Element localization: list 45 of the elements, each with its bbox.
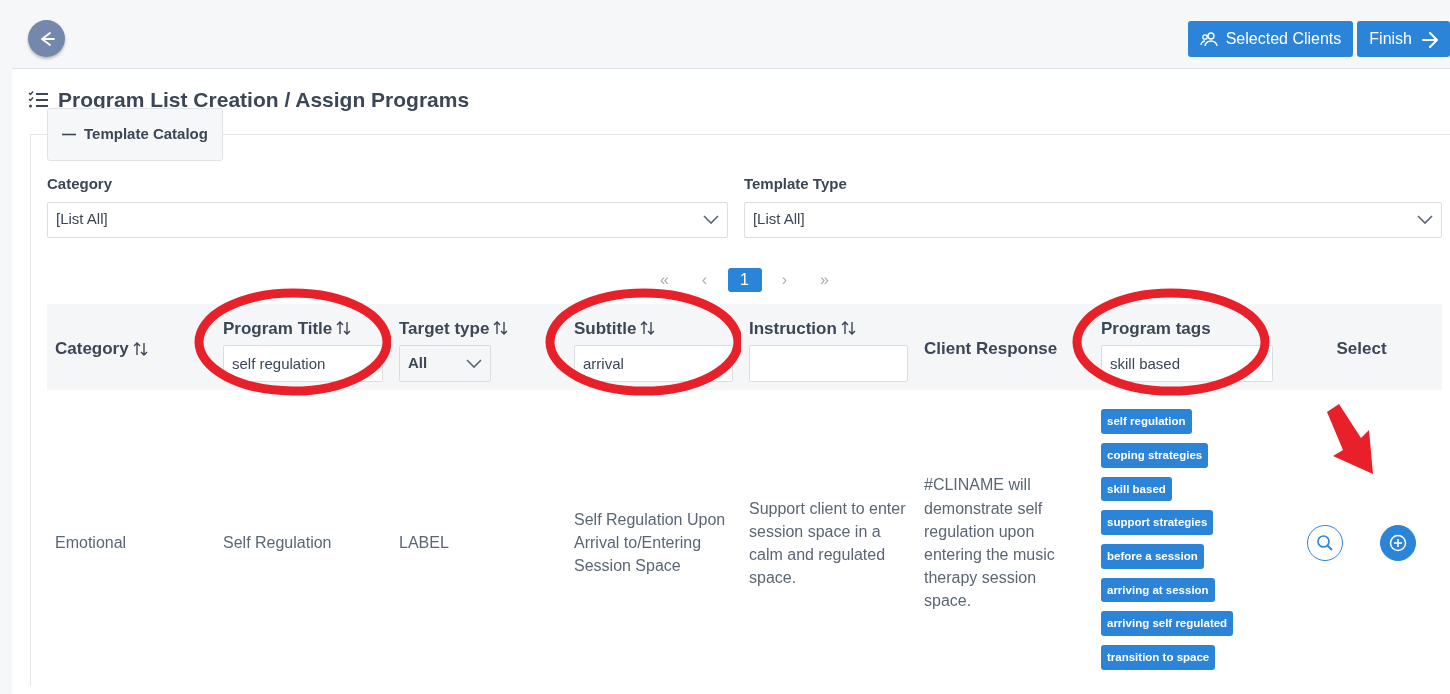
tag: self regulation	[1101, 409, 1192, 434]
tag: support strategies	[1101, 510, 1214, 535]
tag: coping strategies	[1101, 442, 1209, 468]
tag: arriving self regulated	[1101, 611, 1234, 636]
column-header[interactable]: Instruction	[749, 315, 837, 342]
table-cell: Support client to enter session space in a calm and regulated space.	[741, 390, 916, 686]
collapse-toggle[interactable]: Template Catalog	[47, 108, 223, 162]
table-cell: Self Regulation	[215, 390, 391, 686]
field-label: Category	[47, 174, 114, 195]
table-cell: LABEL	[391, 390, 566, 686]
plus-circle-icon	[1388, 533, 1407, 552]
add-button[interactable]	[1379, 524, 1416, 561]
checklist-icon	[28, 89, 50, 110]
tag: arriving at session	[1101, 577, 1215, 603]
dropdown-field[interactable]: [List All]	[47, 201, 728, 238]
finish-button[interactable]: Finish	[1357, 20, 1450, 57]
annotation-arrow	[1327, 404, 1373, 475]
dropdown-field[interactable]: [List All]	[743, 201, 1442, 238]
clients-button[interactable]: Selected Clients	[1187, 20, 1354, 57]
page-link[interactable]: 1	[727, 267, 762, 292]
tag: transition to space	[1101, 644, 1216, 670]
arrow-right-icon	[1420, 29, 1438, 48]
tag: skill based	[1101, 476, 1172, 502]
column-header[interactable]: Select	[1336, 336, 1387, 362]
filter-field[interactable]: arrival	[574, 345, 733, 383]
chevron-down-icon	[702, 214, 719, 225]
back-button[interactable]	[28, 20, 65, 57]
chevron-down-icon	[466, 358, 482, 369]
column-header[interactable]: Program Title	[223, 315, 333, 342]
table-cell: Emotional	[47, 390, 215, 686]
column-header[interactable]: Program tags	[1101, 315, 1211, 342]
people-icon	[1199, 29, 1218, 48]
column-header[interactable]: Subtitle	[574, 315, 637, 342]
filter-dropdown[interactable]: All	[399, 345, 491, 383]
column-header[interactable]: Target type	[399, 315, 490, 342]
filter-field[interactable]: self regulation	[223, 345, 383, 383]
chevron-down-icon	[1417, 214, 1433, 225]
table-cell: Self Regulation Upon Arrival to/Entering Session Space	[566, 390, 741, 686]
view-button[interactable]	[1307, 524, 1344, 561]
table-cell: #CLINAME will demonstrate self regulation upon entering the music therapy session space.	[916, 390, 1093, 686]
search-icon	[1316, 533, 1335, 552]
field-label: Template Type	[743, 174, 848, 195]
column-header[interactable]: Category	[55, 336, 129, 362]
tag: before a session	[1101, 543, 1204, 569]
filter-field[interactable]	[749, 345, 908, 383]
